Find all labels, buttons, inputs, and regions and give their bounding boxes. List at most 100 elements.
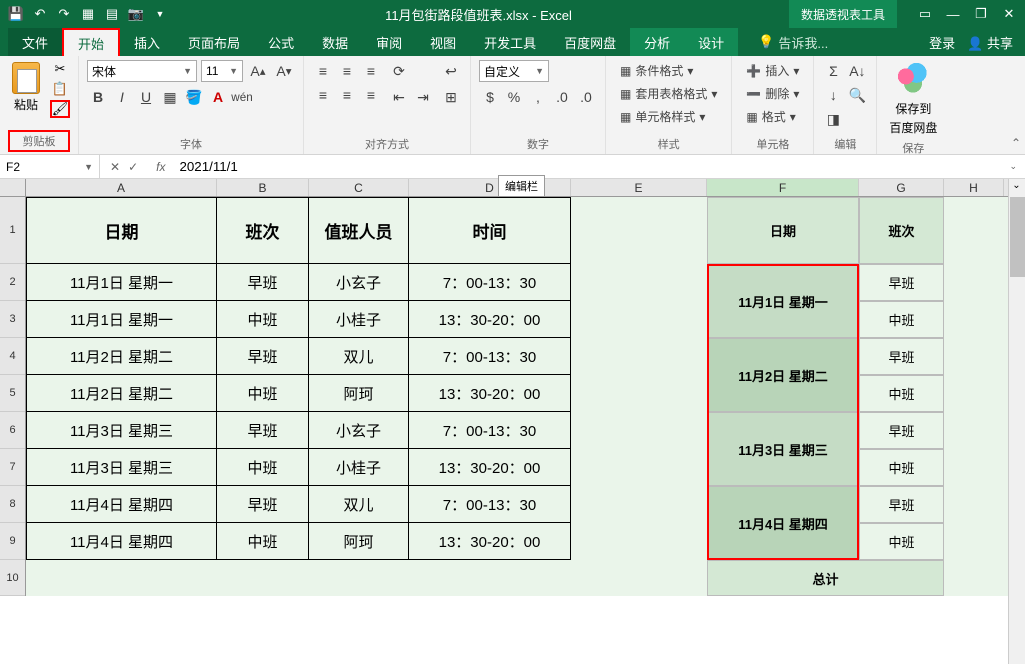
row-header[interactable]: 5	[0, 375, 25, 412]
menu-review[interactable]: 审阅	[362, 28, 416, 56]
pivot-cell[interactable]: 早班	[859, 264, 944, 301]
indent-inc-button[interactable]: ⇥	[412, 86, 434, 108]
pivot-cell[interactable]: 11月4日 星期四	[707, 486, 859, 560]
cell[interactable]: 中班	[217, 449, 309, 486]
col-header[interactable]: F	[707, 179, 859, 196]
touch-icon[interactable]: ▦	[80, 6, 96, 22]
cell-style-button[interactable]: ▦ 单元格样式 ▾	[614, 106, 723, 127]
cell[interactable]: 小玄子	[309, 264, 409, 301]
menu-baidu[interactable]: 百度网盘	[550, 28, 630, 56]
cell[interactable]: 中班	[217, 301, 309, 338]
cell[interactable]: 11月2日 星期二	[26, 375, 217, 412]
table-format-button[interactable]: ▦ 套用表格格式 ▾	[614, 83, 723, 104]
pivot-cell[interactable]: 中班	[859, 375, 944, 412]
fill-button[interactable]: ↓	[822, 84, 844, 106]
redo-icon[interactable]: ↷	[56, 6, 72, 22]
pivot-cell[interactable]: 11月1日 星期一	[707, 264, 859, 338]
restore-icon[interactable]: ❐	[973, 6, 989, 22]
pivot-shift-header[interactable]: 班次	[859, 197, 944, 264]
collapse-ribbon-icon[interactable]: ⌃	[1011, 136, 1021, 150]
row-header[interactable]: 4	[0, 338, 25, 375]
cell[interactable]: 时间	[409, 197, 571, 264]
close-icon[interactable]: ✕	[1001, 6, 1017, 22]
tell-me[interactable]: 💡告诉我...	[758, 33, 828, 52]
menu-layout[interactable]: 页面布局	[174, 28, 254, 56]
menu-dev[interactable]: 开发工具	[470, 28, 550, 56]
undo-icon[interactable]: ↶	[32, 6, 48, 22]
formula-input[interactable]	[173, 155, 1001, 178]
cell[interactable]: 13：30-20：00	[409, 523, 571, 560]
underline-button[interactable]: U	[135, 86, 157, 108]
row-header[interactable]: 6	[0, 412, 25, 449]
bold-button[interactable]: B	[87, 86, 109, 108]
font-color-button[interactable]: A	[207, 86, 229, 108]
cell[interactable]: 小玄子	[309, 412, 409, 449]
col-header[interactable]: C	[309, 179, 409, 196]
menu-file[interactable]: 文件	[8, 28, 62, 56]
menu-home[interactable]: 开始	[62, 28, 120, 56]
pivot-cell[interactable]: 11月3日 星期三	[707, 412, 859, 486]
pivot-cell[interactable]: 早班	[859, 486, 944, 523]
pivot-cell[interactable]: 早班	[859, 338, 944, 375]
login-link[interactable]: 登录	[929, 33, 955, 52]
fill-color-button[interactable]: 🪣	[183, 86, 205, 108]
row-header[interactable]: 8	[0, 486, 25, 523]
grow-font-button[interactable]: A▴	[247, 60, 269, 82]
expand-icon[interactable]: ⌄	[1009, 180, 1024, 195]
currency-button[interactable]: $	[479, 86, 501, 108]
cell[interactable]: 早班	[217, 264, 309, 301]
ribbon-options-icon[interactable]: ▭	[917, 6, 933, 22]
format-painter-button[interactable]: 🖌	[50, 100, 70, 118]
number-format-combo[interactable]: 自定义▼	[479, 60, 549, 82]
cell[interactable]: 11月3日 星期三	[26, 412, 217, 449]
phonetic-button[interactable]: wén	[231, 86, 253, 108]
cell[interactable]: 11月1日 星期一	[26, 301, 217, 338]
cut-button[interactable]: ✂	[50, 60, 70, 78]
delete-cells-button[interactable]: ➖ 删除 ▾	[740, 83, 805, 104]
dec-decimal-button[interactable]: .0	[575, 86, 597, 108]
cell[interactable]: 中班	[217, 523, 309, 560]
format-cells-button[interactable]: ▦ 格式 ▾	[740, 106, 805, 127]
pivot-cell[interactable]: 早班	[859, 412, 944, 449]
cells-area[interactable]: 日期 班次 值班人员 时间 11月1日 星期一早班小玄子7：00-13：3011…	[26, 197, 1025, 596]
cancel-formula-icon[interactable]: ✕	[110, 160, 120, 174]
wrap-button[interactable]: ↩	[440, 60, 462, 82]
cell[interactable]: 11月4日 星期四	[26, 486, 217, 523]
clear-button[interactable]: ◨	[822, 108, 844, 130]
sort-button[interactable]: A↓	[846, 60, 868, 82]
row-header[interactable]: 2	[0, 264, 25, 301]
scrollbar-thumb[interactable]	[1010, 197, 1025, 277]
print-icon[interactable]: ▤	[104, 6, 120, 22]
autosum-button[interactable]: Σ	[822, 60, 844, 82]
col-header[interactable]: D	[409, 179, 571, 196]
cell[interactable]: 11月1日 星期一	[26, 264, 217, 301]
pivot-total[interactable]: 总计	[707, 560, 944, 596]
cell[interactable]: 双儿	[309, 486, 409, 523]
pivot-cell[interactable]: 11月2日 星期二	[707, 338, 859, 412]
row-header[interactable]: 10	[0, 560, 25, 596]
cell[interactable]: 班次	[217, 197, 309, 264]
cell[interactable]: 13：30-20：00	[409, 449, 571, 486]
pivot-date-header[interactable]: 日期	[707, 197, 859, 264]
orientation-button[interactable]: ⟳	[388, 60, 410, 82]
insert-cells-button[interactable]: ➕ 插入 ▾	[740, 60, 805, 81]
paste-button[interactable]: 粘贴	[8, 60, 44, 115]
select-all-corner[interactable]	[0, 179, 26, 196]
align-bottom-button[interactable]: ≡	[360, 60, 382, 82]
font-name-combo[interactable]: 宋体▼	[87, 60, 197, 82]
row-header[interactable]: 3	[0, 301, 25, 338]
row-header[interactable]: 9	[0, 523, 25, 560]
menu-analyze[interactable]: 分析	[630, 28, 684, 56]
cell[interactable]: 阿珂	[309, 375, 409, 412]
menu-data[interactable]: 数据	[308, 28, 362, 56]
cell[interactable]: 小桂子	[309, 449, 409, 486]
expand-formula-icon[interactable]: ⌄	[1001, 161, 1025, 172]
share-button[interactable]: 👤 共享	[967, 33, 1013, 52]
comma-button[interactable]: ,	[527, 86, 549, 108]
align-right-button[interactable]: ≡	[360, 84, 382, 106]
menu-view[interactable]: 视图	[416, 28, 470, 56]
pivot-cell[interactable]: 中班	[859, 523, 944, 560]
cell[interactable]: 阿珂	[309, 523, 409, 560]
cell[interactable]: 7：00-13：30	[409, 486, 571, 523]
minimize-icon[interactable]: —	[945, 6, 961, 22]
